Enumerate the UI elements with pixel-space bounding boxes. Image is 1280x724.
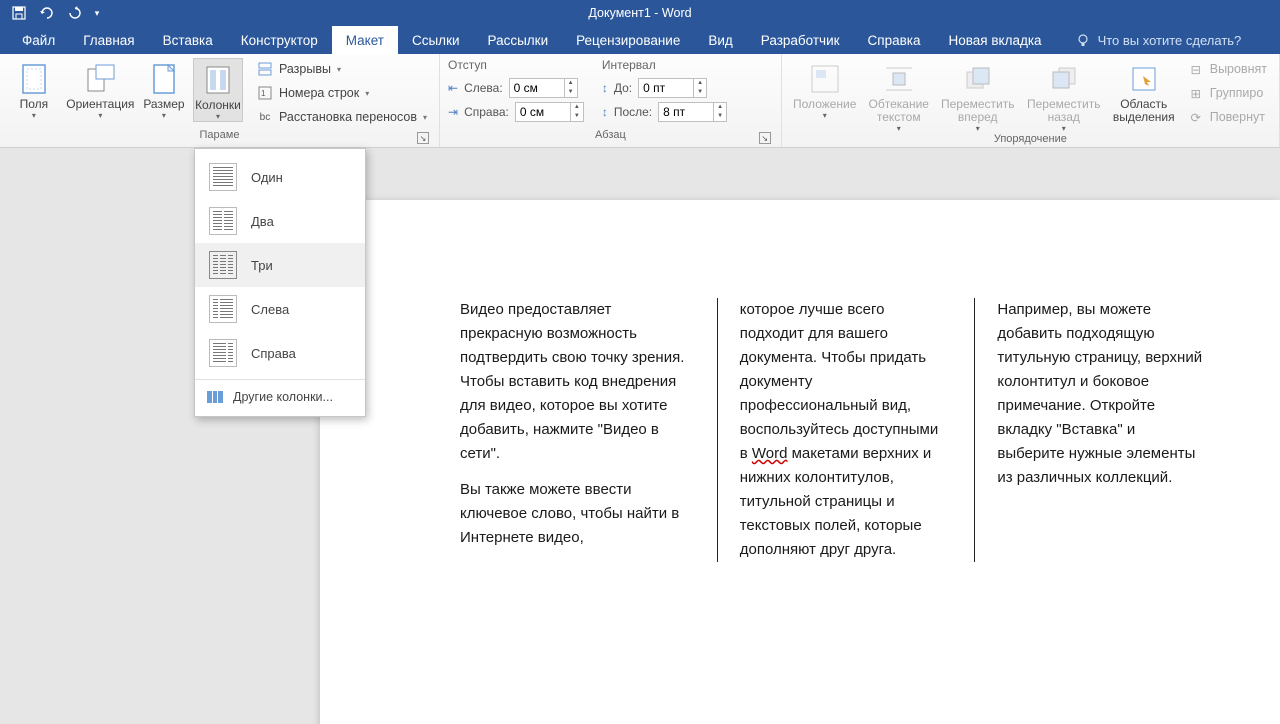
redo-button[interactable]: [62, 2, 88, 24]
tab-review[interactable]: Рецензирование: [562, 26, 694, 54]
indent-header: Отступ: [448, 58, 584, 76]
tab-layout[interactable]: Макет: [332, 26, 398, 54]
columns-option-right[interactable]: Справа: [195, 331, 365, 375]
wrap-text-button[interactable]: Обтекание текстом▾: [866, 58, 932, 133]
hyphenation-button[interactable]: bc Расстановка переносов▾: [253, 106, 431, 128]
size-button[interactable]: Размер▾: [141, 58, 187, 120]
undo-button[interactable]: [34, 2, 60, 24]
spacing-after-spinner[interactable]: ▲▼: [658, 102, 727, 122]
ribbon: Поля▾ Ориентация▾ Размер▾ Колонки▾ Разры…: [0, 54, 1280, 148]
columns-option-left[interactable]: Слева: [195, 287, 365, 331]
left-column-icon: [209, 295, 237, 323]
tab-references[interactable]: Ссылки: [398, 26, 474, 54]
more-columns-button[interactable]: Другие колонки...: [195, 384, 365, 410]
two-column-icon: [209, 207, 237, 235]
group-objects-button[interactable]: ⊞Группиро: [1184, 82, 1271, 104]
text-column-3: Например, вы можете добавить подходящую …: [974, 298, 1232, 562]
tab-help[interactable]: Справка: [854, 26, 935, 54]
tab-home[interactable]: Главная: [69, 26, 148, 54]
document-area: Видео предоставляет прекрасную возможнос…: [0, 148, 1280, 724]
qat-customize[interactable]: ▾: [90, 2, 104, 24]
page-setup-group-label: Параме: [200, 129, 240, 141]
line-numbers-button[interactable]: 1 Номера строк▾: [253, 82, 431, 104]
indent-left-label: Слева:: [464, 81, 503, 95]
tab-insert[interactable]: Вставка: [149, 26, 227, 54]
indent-left-icon: ⇤: [448, 81, 458, 95]
text-column-2: которое лучше всего подходит для вашего …: [717, 298, 975, 562]
indent-right-spinner[interactable]: ▲▼: [515, 102, 584, 122]
paragraph-dialog-launcher[interactable]: ↘: [759, 132, 771, 144]
page-setup-dialog-launcher[interactable]: ↘: [417, 132, 429, 144]
title-bar: ▾ Документ1 - Word: [0, 0, 1280, 26]
right-column-icon: [209, 339, 237, 367]
indent-right-label: Справа:: [464, 105, 509, 119]
paragraph-group-label: Абзац: [595, 129, 626, 141]
send-backward-icon: [1024, 60, 1104, 98]
svg-text:1: 1: [261, 89, 266, 98]
breaks-icon: [257, 61, 273, 77]
align-button[interactable]: ⊟Выровнят: [1184, 58, 1271, 80]
rotate-icon: ⟳: [1188, 109, 1204, 125]
bring-forward-button[interactable]: Переместить вперед▾: [938, 58, 1018, 133]
tell-me-search[interactable]: Что вы хотите сделать?: [1076, 26, 1242, 54]
orientation-button[interactable]: Ориентация▾: [66, 58, 135, 120]
tell-me-placeholder: Что вы хотите сделать?: [1098, 33, 1242, 48]
breaks-button[interactable]: Разрывы▾: [253, 58, 431, 80]
tab-design[interactable]: Конструктор: [227, 26, 332, 54]
spacing-before-label: До:: [614, 81, 632, 95]
one-column-icon: [209, 163, 237, 191]
columns-dropdown: Один Два Три Слева Справа Другие колонки…: [194, 148, 366, 417]
hyphenation-icon: bc: [257, 109, 273, 125]
more-columns-icon: [207, 391, 223, 403]
text-column-1: Видео предоставляет прекрасную возможнос…: [460, 298, 717, 562]
align-icon: ⊟: [1188, 61, 1204, 77]
spacing-header: Интервал: [602, 58, 727, 76]
indent-left-spinner[interactable]: ▲▼: [509, 78, 578, 98]
position-icon: [790, 60, 860, 98]
tab-mailings[interactable]: Рассылки: [474, 26, 563, 54]
columns-option-two[interactable]: Два: [195, 199, 365, 243]
spacing-before-spinner[interactable]: ▲▼: [638, 78, 707, 98]
send-backward-button[interactable]: Переместить назад▾: [1024, 58, 1104, 133]
rotate-button[interactable]: ⟳Повернут: [1184, 106, 1271, 128]
save-button[interactable]: [6, 2, 32, 24]
page[interactable]: Видео предоставляет прекрасную возможнос…: [320, 200, 1280, 724]
spacing-before-icon: ↕: [602, 81, 608, 95]
lightbulb-icon: [1076, 33, 1090, 47]
bring-forward-icon: [938, 60, 1018, 98]
line-numbers-icon: 1: [257, 85, 273, 101]
group-icon: ⊞: [1188, 85, 1204, 101]
tab-file[interactable]: Файл: [8, 26, 69, 54]
indent-right-icon: ⇥: [448, 105, 458, 119]
spacing-after-label: После:: [614, 105, 652, 119]
margins-button[interactable]: Поля▾: [8, 58, 60, 120]
tab-developer[interactable]: Разработчик: [747, 26, 854, 54]
tab-new[interactable]: Новая вкладка: [935, 26, 1056, 54]
columns-option-one[interactable]: Один: [195, 155, 365, 199]
selection-pane-icon: [1110, 60, 1178, 98]
quick-access-toolbar: ▾: [6, 2, 104, 24]
columns-option-three[interactable]: Три: [195, 243, 365, 287]
columns-button[interactable]: Колонки▾: [193, 58, 243, 122]
selection-pane-button[interactable]: Область выделения: [1110, 58, 1178, 124]
arrange-group-label: Упорядочение: [994, 133, 1067, 145]
position-button[interactable]: Положение▾: [790, 58, 860, 120]
ribbon-tabs: Файл Главная Вставка Конструктор Макет С…: [0, 26, 1280, 54]
spacing-after-icon: ↕: [602, 105, 608, 119]
three-column-icon: [209, 251, 237, 279]
document-title: Документ1 - Word: [588, 6, 691, 20]
tab-view[interactable]: Вид: [694, 26, 746, 54]
wrap-text-icon: [866, 60, 932, 98]
